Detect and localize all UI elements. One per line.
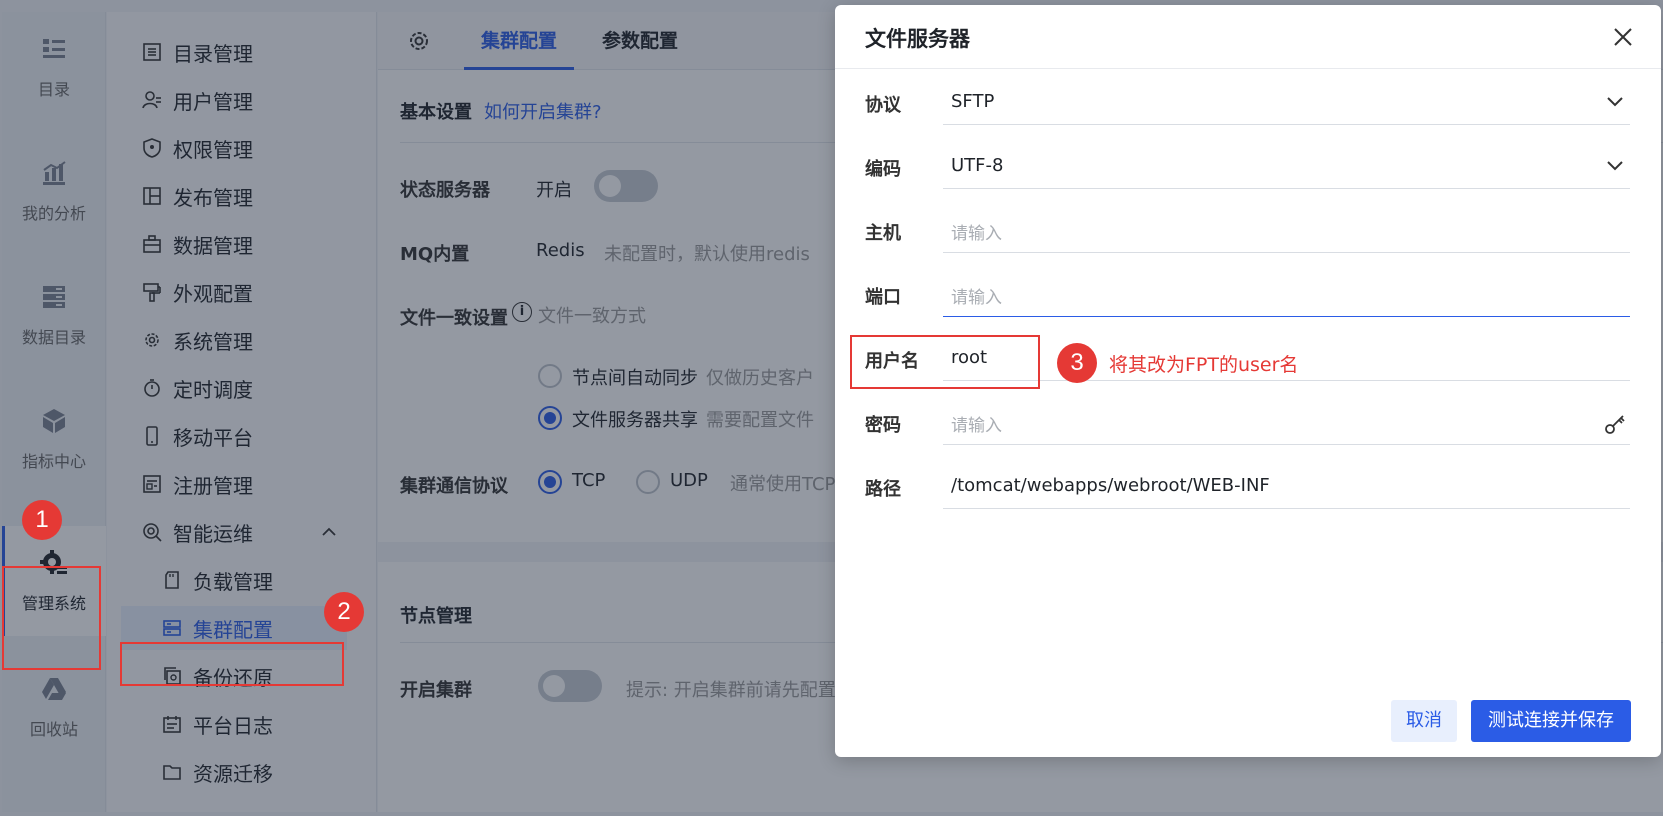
annotation-step-3-text: 将其改为FPT的user名	[1109, 354, 1299, 376]
port-input-placeholder: 请输入	[951, 288, 1002, 308]
port-field-label: 端口	[865, 287, 901, 308]
path-input[interactable]: /tomcat/webapps/webroot/WEB-INF	[943, 465, 1630, 509]
protocol-field-label: 协议	[865, 95, 901, 116]
chevron-down-icon	[1607, 97, 1623, 107]
host-input-placeholder: 请输入	[951, 224, 1002, 244]
path-field-label: 路径	[865, 479, 901, 500]
annotation-step-2: 2	[324, 592, 364, 632]
protocol-select[interactable]: SFTP	[943, 81, 1630, 125]
file-server-dialog: 文件服务器 协议 SFTP 编码 UTF-8 主机 请输入 端口 请输入 用户名…	[835, 5, 1661, 757]
password-input-placeholder: 请输入	[951, 416, 1002, 436]
annotation-step-3: 3	[1057, 343, 1097, 383]
password-field-label: 密码	[865, 415, 901, 436]
password-input[interactable]: 请输入	[943, 401, 1630, 445]
path-input-value: /tomcat/webapps/webroot/WEB-INF	[951, 475, 1270, 496]
protocol-select-value: SFTP	[951, 91, 995, 112]
annotation-highlight-admin	[2, 566, 101, 670]
encoding-select[interactable]: UTF-8	[943, 145, 1630, 189]
app-root: 目录 我的分析 数据目录 指标中心 管理系统 回收站 目录管理 用户管理 权限管…	[0, 0, 1663, 816]
chevron-down-icon	[1607, 161, 1623, 171]
encoding-select-value: UTF-8	[951, 155, 1004, 176]
dialog-header: 文件服务器	[835, 5, 1661, 69]
port-input[interactable]: 请输入	[943, 273, 1630, 317]
test-and-save-button[interactable]: 测试连接并保存	[1471, 700, 1631, 742]
dialog-title: 文件服务器	[865, 27, 970, 51]
host-field-label: 主机	[865, 223, 901, 244]
key-icon[interactable]	[1604, 413, 1626, 435]
annotation-highlight-username	[850, 335, 1040, 389]
encoding-field-label: 编码	[865, 159, 901, 180]
host-input[interactable]: 请输入	[943, 209, 1630, 253]
annotation-step-1: 1	[22, 500, 62, 540]
annotation-highlight-cluster-config	[120, 642, 344, 686]
cancel-button[interactable]: 取消	[1391, 700, 1457, 742]
close-icon[interactable]	[1611, 25, 1635, 49]
